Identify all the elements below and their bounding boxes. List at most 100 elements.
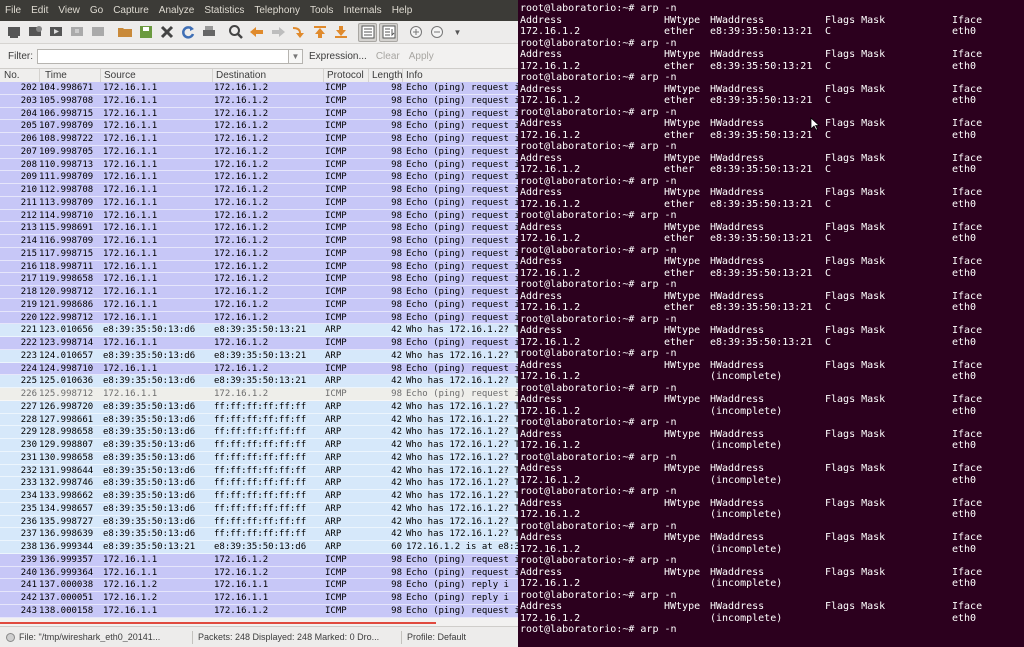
packet-row[interactable]: 237 136.998639 e8:39:35:50:13:d6 ff:ff:ff:f… — [0, 528, 518, 541]
packet-cell-dst: 172.16.1.1 — [214, 580, 269, 591]
packet-cell-dst: 172.16.1.2 — [214, 299, 269, 310]
packet-row[interactable]: 218 120.998712 172.16.1.1 172.16.1.2 ICMP 98 E… — [0, 286, 518, 299]
clear-button[interactable]: Clear — [376, 51, 400, 62]
apply-button[interactable]: Apply — [409, 51, 434, 62]
packet-row[interactable]: 211 113.998709 172.16.1.1 172.16.1.2 ICMP 98 E… — [0, 196, 518, 210]
go-back-icon[interactable] — [247, 23, 266, 42]
packet-row[interactable]: 206 108.998722 172.16.1.1 172.16.1.2 ICMP 98 E… — [0, 133, 518, 146]
open-file-icon[interactable] — [115, 23, 134, 42]
capture-options-icon[interactable] — [25, 23, 44, 42]
zoom-out-icon[interactable] — [427, 23, 446, 42]
packet-cell-time: 118.998711 — [39, 261, 94, 272]
packet-row[interactable]: 221 123.010656 e8:39:35:50:13:d6 e8:39:35:5… — [0, 324, 518, 337]
save-file-icon[interactable] — [136, 23, 155, 42]
menu-analyze[interactable]: Analyze — [154, 5, 200, 16]
menu-go[interactable]: Go — [85, 5, 108, 16]
packet-row[interactable]: 231 130.998658 e8:39:35:50:13:d6 ff:ff:ff:f… — [0, 451, 518, 465]
column-header-no[interactable]: No. — [0, 69, 40, 83]
packet-cell-dst: ff:ff:ff:ff:ff:ff — [214, 414, 307, 425]
packet-row[interactable]: 207 109.998705 172.16.1.1 172.16.1.2 ICMP 98 E… — [0, 145, 518, 159]
arp-col-hwtype: HWtype — [664, 532, 701, 543]
packet-row[interactable]: 202 104.998671 172.16.1.1 172.16.1.2 ICMP 98 E… — [0, 82, 518, 95]
go-last-icon[interactable] — [331, 23, 350, 42]
menu-file[interactable]: File — [0, 5, 26, 16]
packet-row[interactable]: 233 132.998746 e8:39:35:50:13:d6 ff:ff:ff:f… — [0, 477, 518, 490]
column-header-source[interactable]: Source — [101, 69, 213, 83]
auto-scroll-icon[interactable] — [379, 22, 398, 42]
packet-row[interactable]: 243 138.000158 172.16.1.1 172.16.1.2 ICMP 98 E… — [0, 604, 518, 618]
reload-icon[interactable] — [178, 23, 197, 42]
menu-help[interactable]: Help — [387, 5, 418, 16]
column-header-info[interactable]: Info — [403, 69, 518, 83]
packet-cell-dst: ff:ff:ff:ff:ff:ff — [214, 465, 307, 476]
find-packet-icon[interactable] — [226, 23, 245, 42]
packet-row[interactable]: 234 133.998662 e8:39:35:50:13:d6 ff:ff:ff:f… — [0, 490, 518, 503]
menu-statistics[interactable]: Statistics — [199, 5, 249, 16]
packet-row[interactable]: 217 119.998658 172.16.1.1 172.16.1.2 ICMP 98 E… — [0, 273, 518, 286]
packet-row[interactable]: 222 123.998714 172.16.1.1 172.16.1.2 ICMP 98 E… — [0, 337, 518, 350]
packet-row[interactable]: 214 116.998709 172.16.1.1 172.16.1.2 ICMP 98 E… — [0, 235, 518, 248]
expert-info-icon[interactable] — [6, 632, 15, 642]
packet-row[interactable]: 235 134.998657 e8:39:35:50:13:d6 ff:ff:ff:f… — [0, 502, 518, 516]
expression-button[interactable]: Expression... — [309, 51, 367, 62]
go-first-icon[interactable] — [310, 23, 329, 42]
arp-col-hwtype: HWtype — [664, 394, 701, 405]
packet-row[interactable]: 209 111.998709 172.16.1.1 172.16.1.2 ICMP 98 E… — [0, 171, 518, 184]
filter-input[interactable] — [37, 48, 289, 64]
column-header-destination[interactable]: Destination — [213, 69, 324, 83]
packet-row[interactable]: 241 137.000038 172.16.1.2 172.16.1.1 ICMP 98 E… — [0, 579, 518, 592]
packet-cell-no: 222 — [20, 338, 37, 348]
packet-row[interactable]: 228 127.998661 e8:39:35:50:13:d6 ff:ff:ff:f… — [0, 413, 518, 427]
print-icon[interactable] — [199, 23, 218, 42]
close-file-icon[interactable] — [157, 23, 176, 42]
interfaces-icon[interactable] — [4, 23, 23, 42]
menu-internals[interactable]: Internals — [338, 5, 386, 16]
packet-row[interactable]: 210 112.998708 172.16.1.1 172.16.1.2 ICMP 98 E… — [0, 184, 518, 197]
packet-row[interactable]: 224 124.998710 172.16.1.1 172.16.1.2 ICMP 98 E… — [0, 362, 518, 376]
packet-row[interactable]: 205 107.998709 172.16.1.1 172.16.1.2 ICMP 98 E… — [0, 120, 518, 133]
column-header-time[interactable]: Time — [40, 69, 101, 83]
zoom-in-icon[interactable] — [406, 23, 425, 42]
column-header-protocol[interactable]: Protocol — [324, 69, 369, 83]
packet-row[interactable]: 225 125.010636 e8:39:35:50:13:d6 e8:39:35:5… — [0, 375, 518, 388]
menu-capture[interactable]: Capture — [108, 5, 154, 16]
packet-row[interactable]: 215 117.998715 172.16.1.1 172.16.1.2 ICMP 98 E… — [0, 247, 518, 261]
filter-history-dropdown[interactable]: ▼ — [289, 48, 303, 64]
menu-tools[interactable]: Tools — [305, 5, 338, 16]
menu-view[interactable]: View — [53, 5, 85, 16]
go-forward-icon[interactable] — [268, 23, 287, 42]
packet-cell-src: e8:39:35:50:13:21 — [103, 542, 196, 552]
packet-row[interactable]: 219 121.998686 172.16.1.1 172.16.1.2 ICMP 98 E… — [0, 298, 518, 312]
terminal-window[interactable]: root@laboratorio:~# arp -n Address HWtype H… — [518, 0, 1024, 647]
packet-row[interactable]: 229 128.998658 e8:39:35:50:13:d6 ff:ff:ff:f… — [0, 426, 518, 439]
packet-row[interactable]: 227 126.998720 e8:39:35:50:13:d6 ff:ff:ff:f… — [0, 400, 518, 414]
restart-capture-icon[interactable] — [88, 23, 107, 42]
packet-row[interactable]: 213 115.998691 172.16.1.1 172.16.1.2 ICMP 98 E… — [0, 222, 518, 235]
packet-list-view-icon[interactable] — [358, 22, 377, 42]
menu-edit[interactable]: Edit — [26, 5, 53, 16]
packet-row[interactable]: 208 110.998713 172.16.1.1 172.16.1.2 ICMP 98 E… — [0, 158, 518, 172]
packet-row[interactable]: 236 135.998727 e8:39:35:50:13:d6 ff:ff:ff:f… — [0, 515, 518, 529]
go-to-packet-icon[interactable] — [289, 23, 308, 42]
packet-row[interactable]: 220 122.998712 172.16.1.1 172.16.1.2 ICMP 98 E… — [0, 311, 518, 325]
packet-row[interactable]: 204 106.998715 172.16.1.1 172.16.1.2 ICMP 98 E… — [0, 107, 518, 121]
start-capture-icon[interactable] — [46, 23, 65, 42]
packet-row[interactable]: 242 137.000051 172.16.1.2 172.16.1.1 ICMP 98 E… — [0, 592, 518, 605]
packet-row[interactable]: 240 136.999364 172.16.1.1 172.16.1.2 ICMP 98 E… — [0, 566, 518, 580]
packet-cell-info: Echo (ping) request i — [406, 95, 518, 106]
packet-row[interactable]: 230 129.998807 e8:39:35:50:13:d6 ff:ff:ff:f… — [0, 439, 518, 452]
packet-row[interactable]: 239 136.999357 172.16.1.1 172.16.1.2 ICMP 98 E… — [0, 553, 518, 567]
packet-row[interactable]: 212 114.998710 172.16.1.1 172.16.1.2 ICMP 98 E… — [0, 209, 518, 223]
stop-capture-icon[interactable] — [67, 23, 86, 42]
column-header-length[interactable]: Length — [369, 69, 403, 83]
packet-row[interactable]: 226 125.998712 172.16.1.1 172.16.1.2 ICMP 98 E… — [0, 388, 518, 401]
status-profile[interactable]: Profile: Default — [407, 632, 487, 642]
packet-row[interactable]: 238 136.999344 e8:39:35:50:13:21 e8:39:35:5… — [0, 541, 518, 554]
packet-row[interactable]: 223 124.010657 e8:39:35:50:13:d6 e8:39:35:5… — [0, 349, 518, 363]
menu-telephony[interactable]: Telephony — [249, 5, 305, 16]
packet-row[interactable]: 232 131.998644 e8:39:35:50:13:d6 ff:ff:ff:f… — [0, 464, 518, 478]
toolbar-overflow-icon[interactable]: ▼ — [448, 23, 467, 42]
packet-row[interactable]: 203 105.998708 172.16.1.1 172.16.1.2 ICMP 98 E… — [0, 94, 518, 108]
packet-cell-time: 126.998720 — [39, 401, 94, 412]
packet-row[interactable]: 216 118.998711 172.16.1.1 172.16.1.2 ICMP 98 E… — [0, 260, 518, 274]
